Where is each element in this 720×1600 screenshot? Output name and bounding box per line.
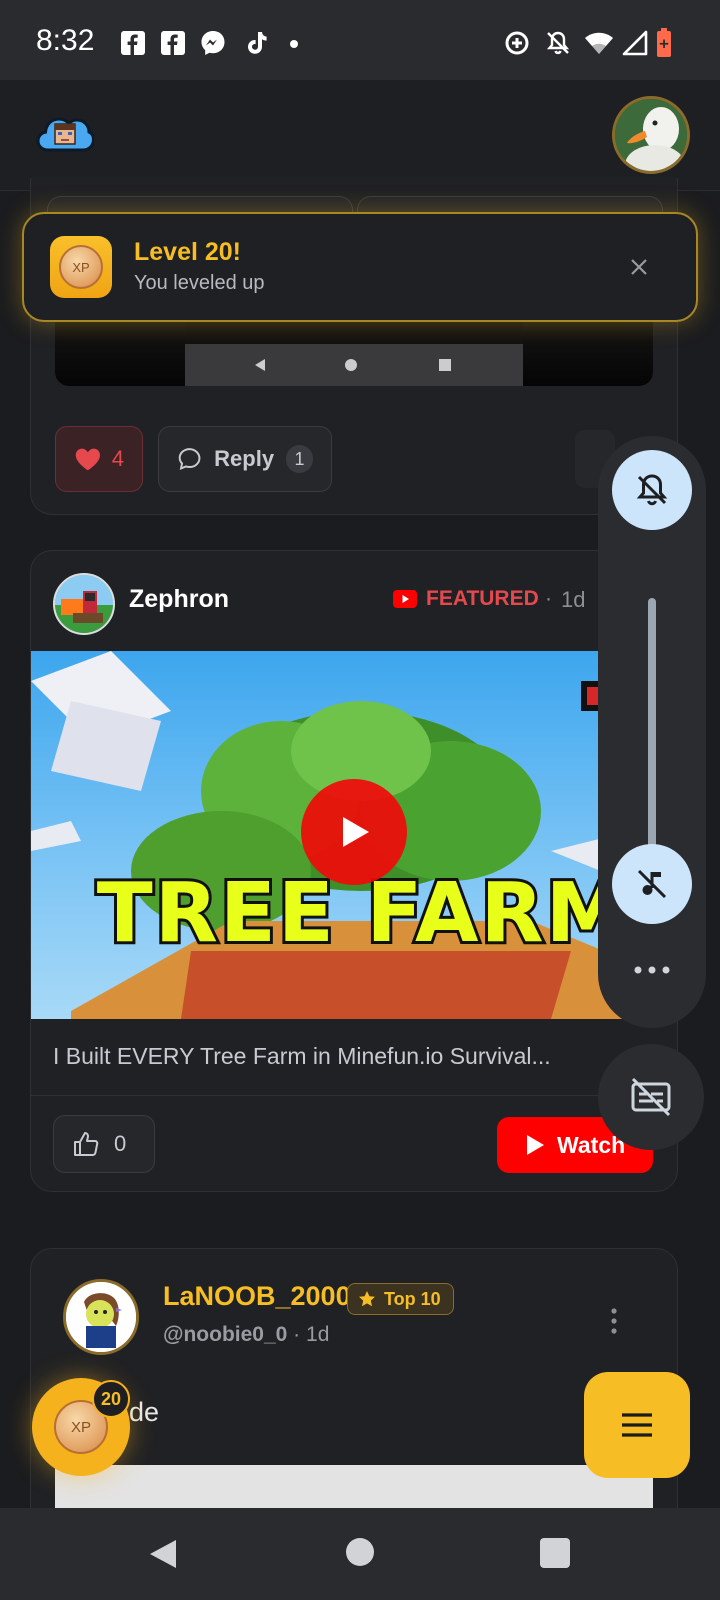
xp-coin-icon: XP — [59, 245, 103, 289]
thumbs-up-icon — [74, 1132, 99, 1156]
hamburger-menu-icon — [622, 1413, 652, 1437]
facebook-icon — [120, 30, 146, 56]
post-time: 1d — [561, 587, 586, 612]
thumbnail-title: TREE FARM — [94, 866, 630, 961]
play-button[interactable] — [301, 779, 407, 885]
signal-icon — [622, 30, 648, 56]
video-title[interactable]: I Built EVERY Tree Farm in Minefun.io Su… — [53, 1043, 551, 1070]
heart-icon — [75, 448, 101, 471]
separator-dot: · — [545, 587, 552, 610]
user-avatar[interactable] — [612, 96, 690, 174]
captions-off-icon — [631, 1077, 671, 1117]
battery-icon — [656, 28, 672, 58]
more-icon[interactable] — [630, 964, 674, 976]
xp-badge: XP — [50, 236, 112, 298]
facebook-icon — [160, 30, 186, 56]
back-icon[interactable] — [148, 1538, 178, 1570]
author-handle: @noobie0_0 · 1d — [163, 1323, 330, 1346]
close-icon[interactable] — [628, 256, 650, 278]
status-time: 8:32 — [36, 24, 95, 57]
app-logo[interactable] — [36, 110, 94, 154]
embedded-nav-bar — [185, 344, 523, 386]
reply-label: Reply — [214, 446, 275, 471]
reply-button[interactable]: Reply 1 — [158, 426, 332, 492]
rank-badge: Top 10 — [347, 1283, 454, 1315]
more-options-icon[interactable] — [609, 1307, 619, 1335]
play-icon — [343, 817, 369, 847]
status-bar: 8:32 — [0, 0, 720, 80]
menu-fab[interactable] — [584, 1372, 690, 1478]
music-off-icon — [637, 869, 667, 899]
media-volume-button[interactable] — [612, 844, 692, 924]
wifi-icon — [584, 30, 614, 56]
system-navigation-bar — [0, 1508, 720, 1600]
author-avatar[interactable] — [53, 573, 115, 635]
toast-title: Level 20! — [134, 238, 242, 266]
level-badge: 20 — [92, 1380, 130, 1418]
like-button[interactable]: 4 — [55, 426, 143, 492]
level-up-toast: XP Level 20! You leveled up — [22, 212, 698, 322]
like-count: 4 — [111, 446, 124, 471]
post-time: 1d — [306, 1323, 330, 1346]
featured-label: FEATURED — [426, 587, 539, 610]
divider — [31, 1095, 677, 1096]
data-saver-icon — [504, 30, 530, 56]
live-caption-button[interactable] — [598, 1044, 704, 1150]
tiktok-icon — [243, 30, 269, 56]
post-body: de — [129, 1397, 160, 1427]
recents-icon[interactable] — [540, 1538, 570, 1568]
video-thumbnail[interactable]: TREE FARM — [31, 651, 677, 1019]
thumbs-up-button[interactable]: 0 — [53, 1115, 155, 1173]
comment-icon — [178, 448, 201, 471]
star-icon — [359, 1291, 375, 1307]
youtube-icon — [393, 590, 417, 608]
home-icon[interactable] — [346, 1538, 374, 1566]
ringer-mode-button[interactable] — [612, 450, 692, 530]
author-name[interactable]: LaNOOB_2000 — [163, 1281, 351, 1312]
featured-post-card: Zephron FEATURED · 1d TREE FARM I Built … — [30, 550, 678, 1192]
thumbs-up-count: 0 — [114, 1131, 127, 1156]
author-avatar[interactable] — [63, 1279, 139, 1355]
volume-slider-track[interactable] — [648, 598, 656, 868]
volume-panel — [598, 436, 706, 1028]
bell-off-icon — [545, 30, 571, 56]
author-name[interactable]: Zephron — [129, 585, 229, 614]
toast-subtitle: You leveled up — [134, 272, 265, 294]
reply-count-badge: 1 — [286, 445, 313, 473]
bell-off-icon — [636, 474, 668, 506]
dot-icon — [290, 40, 298, 48]
messenger-icon — [200, 30, 226, 56]
play-icon — [527, 1135, 544, 1155]
app-header — [0, 80, 720, 191]
